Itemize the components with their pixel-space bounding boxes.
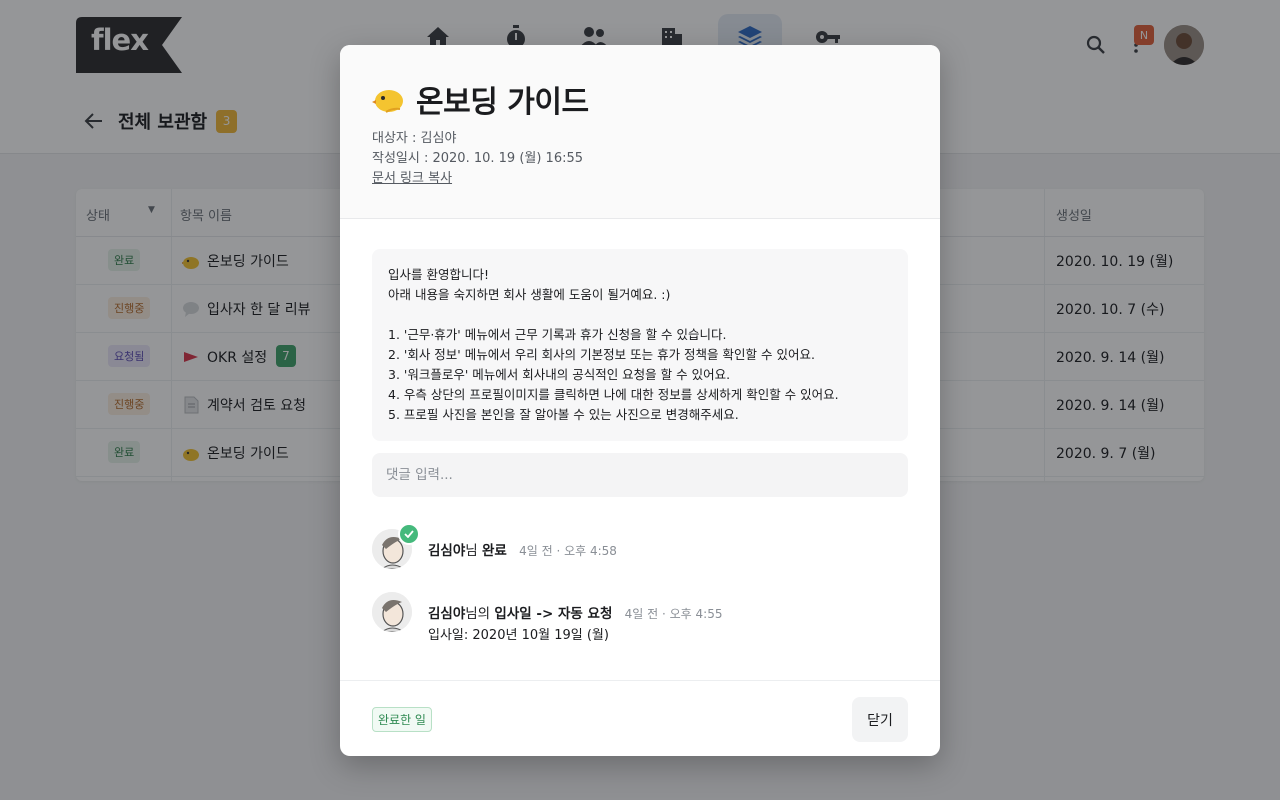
document-body: 입사를 환영합니다! 아래 내용을 숙지하면 회사 생활에 도움이 될거예요. … xyxy=(372,249,908,441)
modal-meta: 대상자 : 김심야 작성일시 : 2020. 10. 19 (월) 16:55 … xyxy=(372,129,583,189)
activity-time: 4일 전 · 오후 4:58 xyxy=(519,544,617,558)
chick-icon xyxy=(372,90,403,113)
avatar xyxy=(372,592,412,632)
check-icon xyxy=(398,523,420,545)
modal-title: 온보딩 가이드 xyxy=(416,85,589,120)
modal-title-row: 온보딩 가이드 xyxy=(372,77,589,121)
activity-line: 김심야님의 입사일 -> 자동 요청 4일 전 · 오후 4:55 xyxy=(428,602,723,622)
copy-link[interactable]: 문서 링크 복사 xyxy=(372,169,583,189)
activity-suffix: 님의 xyxy=(465,606,491,622)
activity-detail: 입사일: 2020년 10월 19일 (월) xyxy=(428,628,609,643)
activity-user[interactable]: 김심야 xyxy=(428,606,465,622)
activity-time: 4일 전 · 오후 4:55 xyxy=(624,607,723,621)
activity-line: 김심야님 완료 4일 전 · 오후 4:58 xyxy=(428,539,617,559)
activity-user[interactable]: 김심야 xyxy=(428,543,465,559)
written-at: 작성일시 : 2020. 10. 19 (월) 16:55 xyxy=(372,151,584,166)
modal-header: 온보딩 가이드 대상자 : 김심야 작성일시 : 2020. 10. 19 (월… xyxy=(340,45,940,219)
done-tag: 완료한 일 xyxy=(372,707,432,732)
activity-suffix: 님 xyxy=(465,543,478,559)
activity-action: 완료 xyxy=(481,543,507,559)
close-button[interactable]: 닫기 xyxy=(852,697,908,742)
activity-action: 입사일 -> 자동 요청 xyxy=(494,606,613,622)
modal-footer: 완료한 일 닫기 xyxy=(340,680,940,756)
comment-input[interactable] xyxy=(372,453,908,497)
target-person: 대상자 : 김심야 xyxy=(372,131,457,146)
document-modal: 온보딩 가이드 대상자 : 김심야 작성일시 : 2020. 10. 19 (월… xyxy=(340,45,940,756)
